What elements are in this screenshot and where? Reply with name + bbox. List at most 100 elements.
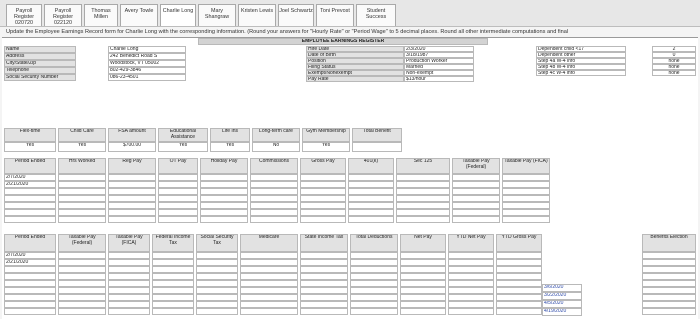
earnings-cell[interactable] (200, 209, 248, 216)
sheet-tab-8[interactable]: Joel Schwartz (278, 4, 314, 26)
personal-value[interactable]: 802-429-3846 (108, 67, 186, 74)
benefit-value[interactable]: $700.00 (108, 142, 156, 152)
earnings-cell[interactable] (396, 188, 450, 195)
deductions-cell[interactable] (448, 308, 494, 315)
deductions-cell[interactable] (448, 259, 494, 266)
deductions-cell[interactable] (196, 266, 238, 273)
deductions-cell[interactable] (58, 266, 106, 273)
deductions-cell[interactable] (108, 301, 150, 308)
deductions-cell[interactable] (300, 301, 348, 308)
deductions-cell[interactable] (58, 301, 106, 308)
deductions-cell[interactable] (300, 252, 348, 259)
earnings-cell[interactable] (158, 181, 198, 188)
deductions-cell[interactable] (152, 308, 194, 315)
deductions-cell[interactable] (496, 252, 542, 259)
deductions-cell[interactable] (448, 280, 494, 287)
deductions-cell[interactable] (642, 280, 696, 287)
deductions-cell[interactable] (448, 287, 494, 294)
deductions-cell[interactable] (400, 252, 446, 259)
deductions-cell[interactable] (496, 294, 542, 301)
earnings-cell[interactable] (108, 174, 156, 181)
deductions-cell[interactable] (350, 259, 398, 266)
deductions-cell[interactable] (240, 252, 298, 259)
deductions-cell[interactable] (642, 273, 696, 280)
earnings-cell[interactable] (502, 174, 550, 181)
earnings-cell[interactable] (502, 202, 550, 209)
deductions-cell[interactable] (642, 259, 696, 266)
footer-date[interactable]: 3/22/2020 (542, 292, 582, 300)
earnings-cell[interactable] (108, 209, 156, 216)
earnings-cell[interactable] (300, 195, 346, 202)
sheet-tab-10[interactable]: Student Success (356, 4, 396, 26)
earnings-cell[interactable] (200, 216, 248, 223)
earnings-cell[interactable] (452, 209, 500, 216)
earnings-cell[interactable] (200, 174, 248, 181)
deductions-cell[interactable] (58, 280, 106, 287)
earnings-cell[interactable] (58, 181, 106, 188)
sheet-tab-7[interactable]: Kristen Lewis (238, 4, 276, 26)
deductions-cell[interactable] (196, 280, 238, 287)
earnings-cell[interactable] (58, 202, 106, 209)
deductions-cell[interactable] (196, 308, 238, 315)
footer-date[interactable]: 4/19/2020 (542, 308, 582, 316)
earnings-cell[interactable] (452, 181, 500, 188)
deductions-cell[interactable] (400, 287, 446, 294)
deductions-cell[interactable] (4, 294, 56, 301)
deductions-cell[interactable] (300, 259, 348, 266)
deductions-cell[interactable] (240, 259, 298, 266)
deductions-cell[interactable] (4, 301, 56, 308)
earnings-cell[interactable] (158, 188, 198, 195)
deductions-cell[interactable] (400, 301, 446, 308)
deductions-cell[interactable] (152, 259, 194, 266)
deductions-cell[interactable] (240, 301, 298, 308)
deductions-cell[interactable] (196, 259, 238, 266)
earnings-cell[interactable] (348, 216, 394, 223)
deductions-cell[interactable] (196, 287, 238, 294)
deductions-cell[interactable] (300, 294, 348, 301)
deductions-cell[interactable] (108, 266, 150, 273)
deductions-cell[interactable] (58, 273, 106, 280)
deductions-cell[interactable] (496, 308, 542, 315)
earnings-cell[interactable] (348, 209, 394, 216)
deductions-cell[interactable] (400, 266, 446, 273)
earnings-cell[interactable] (300, 174, 346, 181)
deductions-cell[interactable] (108, 287, 150, 294)
earnings-cell[interactable] (300, 209, 346, 216)
earnings-cell[interactable] (4, 202, 56, 209)
deductions-cell[interactable] (196, 294, 238, 301)
deductions-cell[interactable] (240, 287, 298, 294)
deductions-cell[interactable] (300, 266, 348, 273)
earnings-cell[interactable] (452, 216, 500, 223)
earnings-cell[interactable] (250, 209, 298, 216)
deductions-cell[interactable] (240, 294, 298, 301)
deductions-cell[interactable] (152, 287, 194, 294)
earnings-cell[interactable] (58, 174, 106, 181)
deductions-cell[interactable] (448, 301, 494, 308)
earnings-cell[interactable] (396, 209, 450, 216)
earnings-cell[interactable] (58, 195, 106, 202)
deductions-cell[interactable] (448, 294, 494, 301)
earnings-cell[interactable] (452, 202, 500, 209)
deductions-cell[interactable] (496, 266, 542, 273)
earnings-cell[interactable] (250, 188, 298, 195)
deductions-cell[interactable] (642, 308, 696, 315)
deductions-cell[interactable] (240, 308, 298, 315)
earnings-cell[interactable] (200, 195, 248, 202)
deductions-cell[interactable] (300, 287, 348, 294)
deductions-cell[interactable] (496, 259, 542, 266)
earnings-cell[interactable] (300, 202, 346, 209)
footer-date[interactable]: 4/5/2020 (542, 300, 582, 308)
sheet-tab-3[interactable]: Thomas Millen (84, 4, 118, 26)
earnings-cell[interactable] (108, 188, 156, 195)
deductions-cell[interactable] (400, 259, 446, 266)
earnings-period-date[interactable]: 2/7/2020 (4, 174, 56, 181)
earnings-cell[interactable] (158, 195, 198, 202)
dependent-value[interactable]: none (652, 70, 696, 76)
earnings-cell[interactable] (396, 181, 450, 188)
sheet-tab-1[interactable]: Payroll Register 020720 (6, 4, 42, 26)
deductions-cell[interactable] (152, 252, 194, 259)
deductions-cell[interactable] (152, 280, 194, 287)
earnings-cell[interactable] (200, 181, 248, 188)
earnings-cell[interactable] (396, 216, 450, 223)
deductions-cell[interactable] (108, 280, 150, 287)
